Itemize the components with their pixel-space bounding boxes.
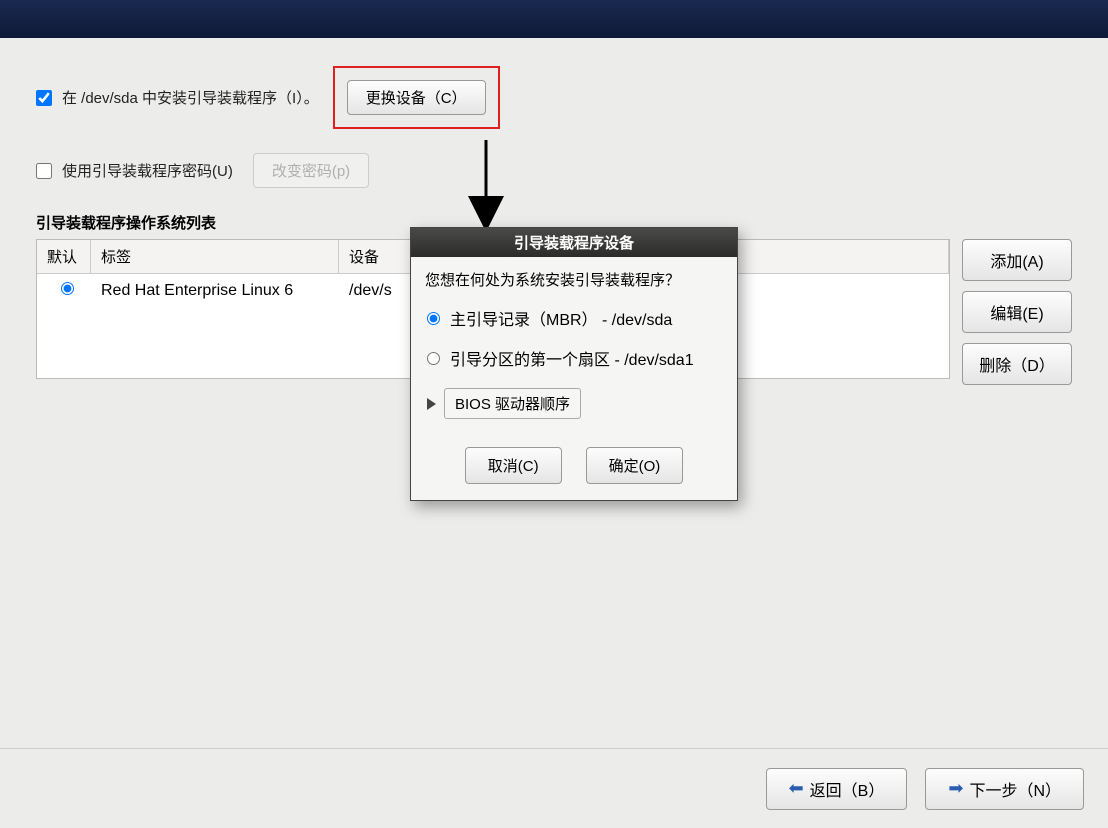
dialog-footer: 取消(C) 确定(O) [411, 433, 737, 500]
side-buttons: 添加(A) 编辑(E) 删除（D） [962, 239, 1072, 385]
edit-button[interactable]: 编辑(E) [962, 291, 1072, 333]
radio-row-mbr[interactable]: 主引导记录（MBR） - /dev/sda [425, 298, 723, 338]
install-bootloader-row: 在 /dev/sda 中安装引导装载程序（I）。 更换设备（C） [36, 66, 1072, 129]
header-bar [0, 0, 1108, 38]
delete-button[interactable]: 删除（D） [962, 343, 1072, 385]
mbr-label: 主引导记录（MBR） - /dev/sda [450, 306, 672, 330]
default-os-radio[interactable] [61, 282, 74, 295]
expand-icon[interactable] [427, 398, 436, 410]
os-label-cell: Red Hat Enterprise Linux 6 [91, 282, 339, 300]
col-default-header[interactable]: 默认 [37, 240, 91, 273]
back-label: 返回（B） [810, 777, 885, 801]
bios-order-button[interactable]: BIOS 驱动器顺序 [444, 388, 581, 419]
bootloader-device-dialog: 引导装载程序设备 您想在何处为系统安装引导装载程序？ 主引导记录（MBR） - … [410, 227, 738, 501]
col-label-header[interactable]: 标签 [91, 240, 339, 273]
install-bootloader-checkbox[interactable] [36, 90, 52, 106]
bios-expander-row: BIOS 驱动器顺序 [425, 378, 723, 429]
bootloader-password-row: 使用引导装载程序密码(U) 改变密码(p) [36, 153, 1072, 188]
arrow-left-icon [789, 778, 804, 799]
dialog-prompt: 您想在何处为系统安装引导装载程序？ [425, 269, 723, 290]
back-button[interactable]: 返回（B） [766, 768, 908, 810]
add-button[interactable]: 添加(A) [962, 239, 1072, 281]
next-label: 下一步（N） [969, 777, 1061, 801]
ok-button[interactable]: 确定(O) [586, 447, 684, 484]
next-button[interactable]: 下一步（N） [925, 768, 1084, 810]
highlight-annotation: 更换设备（C） [333, 66, 500, 129]
dialog-title: 引导装载程序设备 [411, 228, 737, 257]
bootloader-password-checkbox[interactable] [36, 163, 52, 179]
first-sector-radio[interactable] [427, 352, 440, 365]
mbr-radio[interactable] [427, 312, 440, 325]
dialog-body: 您想在何处为系统安装引导装载程序？ 主引导记录（MBR） - /dev/sda … [411, 257, 737, 433]
change-device-button[interactable]: 更换设备（C） [347, 80, 486, 115]
bootloader-password-label: 使用引导装载程序密码(U) [62, 160, 233, 181]
radio-row-first-sector[interactable]: 引导分区的第一个扇区 - /dev/sda1 [425, 338, 723, 378]
install-bootloader-label: 在 /dev/sda 中安装引导装载程序（I）。 [62, 87, 319, 108]
footer-bar: 返回（B） 下一步（N） [0, 748, 1108, 828]
first-sector-label: 引导分区的第一个扇区 - /dev/sda1 [450, 346, 694, 370]
change-password-button: 改变密码(p) [253, 153, 369, 188]
arrow-right-icon [948, 778, 963, 799]
cancel-button[interactable]: 取消(C) [465, 447, 562, 484]
